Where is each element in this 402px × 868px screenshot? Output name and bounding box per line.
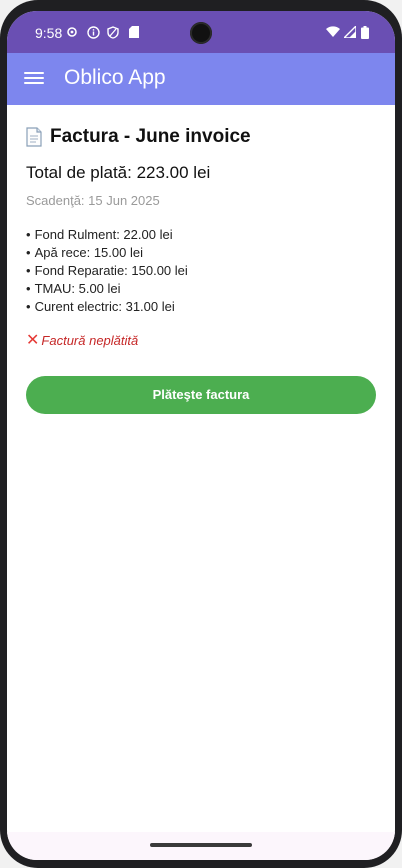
app-title: Oblico App (64, 66, 166, 89)
wifi-icon (326, 25, 340, 39)
status-text: Factură neplătită (41, 332, 139, 348)
list-item: • Fond Reparatie: 150.00 lei (26, 263, 188, 278)
screen: 9:58 Oblico App Factura - June invoice T… (7, 11, 395, 860)
invoice-items-list: • Fond Rulment: 22.00 lei • Apă rece: 15.0… (26, 226, 188, 316)
navigation-bar (7, 832, 395, 860)
phone-frame: 9:58 Oblico App Factura - June invoice T… (0, 0, 402, 868)
battery-icon (358, 25, 372, 39)
info-icon (86, 25, 100, 39)
list-item: • Curent electric: 31.00 lei (26, 299, 175, 314)
invoice-title-row: Factura - June invoice (26, 126, 251, 148)
signal-icon (343, 25, 357, 39)
document-icon (26, 127, 42, 147)
status-time: 9:58 (35, 25, 63, 41)
settings-icon (65, 25, 79, 39)
cross-mark-icon: ✕ (26, 332, 40, 349)
front-camera (190, 22, 212, 44)
list-item: • Fond Rulment: 22.00 lei (26, 227, 173, 242)
app-bar: Oblico App (7, 53, 395, 105)
payment-status: ✕ Factură neplătită (26, 330, 138, 350)
hamburger-menu-icon[interactable] (24, 69, 44, 89)
invoice-total: Total de plată: 223.00 lei (26, 163, 211, 182)
shield-icon (106, 25, 120, 39)
list-item: • Apă rece: 15.00 lei (26, 245, 143, 260)
status-bar: 9:58 (7, 11, 395, 53)
invoice-due-date: Scadenţă: 15 Jun 2025 (26, 193, 160, 208)
list-item: • TMAU: 5.00 lei (26, 281, 121, 296)
invoice-title: Factura - June invoice (50, 126, 251, 147)
home-gesture-handle[interactable] (150, 843, 252, 847)
sd-card-icon (127, 25, 141, 39)
pay-invoice-button[interactable]: Plăteşte factura (26, 376, 376, 414)
